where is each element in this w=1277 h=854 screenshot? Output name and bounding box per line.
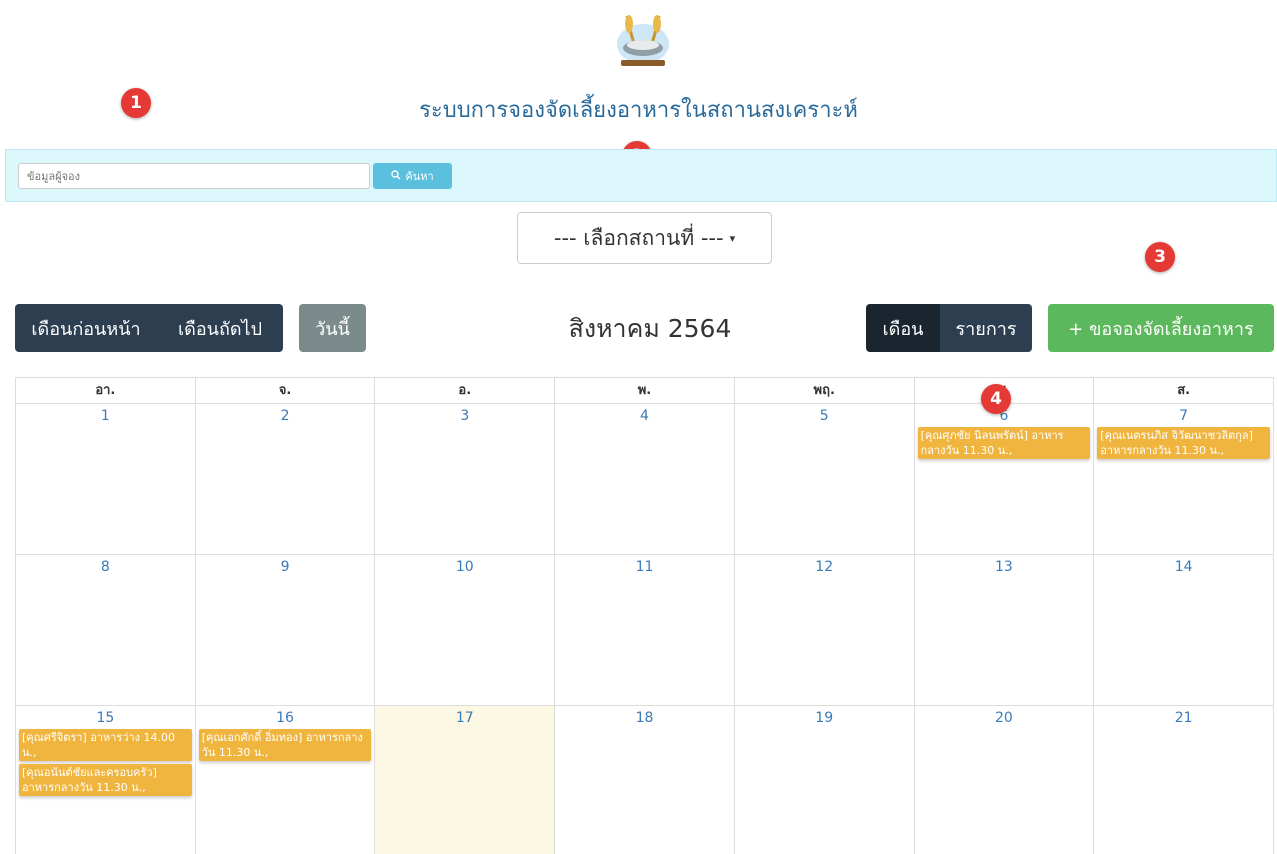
weekday-label: พฤ. (734, 378, 915, 404)
annotation-badge-1: 1 (121, 88, 151, 118)
calendar-day-cell[interactable]: 7 [คุณเนตรนภิส จิวัฒนาชวลิตกุล] อาหารกลาง… (1094, 404, 1274, 555)
calendar-grid: 1 2 3 4 5 6 [คุณศุภชัย นิลนพรัตน์] อาหารกลางวั… (16, 404, 1274, 854)
booking-event[interactable]: [คุณอนันต์ชัยและครอบครัว] อาหารกลางวัน 1… (19, 764, 192, 796)
day-number-link[interactable]: 18 (555, 710, 734, 726)
calendar-day-cell[interactable]: 20 (915, 706, 1095, 854)
month-nav-group: เดือนก่อนหน้า เดือนถัดไป (15, 304, 283, 352)
calendar-day-cell[interactable]: 15 [คุณศรีจิตรา] อาหารว่าง 14.00 น., [คุณอ… (16, 706, 196, 854)
month-calendar: อา.จ.อ.พ.พฤ.ศ.ส. 123456[คุณศุภชัย นิลนพร… (15, 377, 1274, 854)
day-number-link[interactable]: 7 (1094, 408, 1273, 424)
list-view-button[interactable]: รายการ (940, 304, 1032, 352)
weekday-label: อ. (375, 378, 556, 404)
caret-down-icon: ▾ (729, 231, 736, 245)
day-number-link[interactable]: 15 (16, 710, 195, 726)
search-button[interactable]: ค้นหา (373, 163, 452, 189)
calendar-day-cell[interactable]: 13 (914, 555, 1095, 706)
calendar-day-cell[interactable]: 14 (1094, 555, 1274, 706)
calendar-day-cell[interactable]: 10 (375, 555, 556, 706)
day-number-link[interactable]: 21 (1094, 710, 1273, 726)
calendar-day-cell[interactable]: 21 (1094, 706, 1274, 854)
page-title: ระบบการจองจัดเลี้ยงอาหารในสถานสงเคราะห์ (419, 98, 858, 123)
calendar-day-cell-today[interactable]: 17 (375, 706, 556, 854)
booking-event[interactable]: [คุณเนตรนภิส จิวัฒนาชวลิตกุล] อาหารกลางว… (1097, 427, 1270, 459)
calendar-day-cell[interactable]: 9 (195, 555, 376, 706)
day-number-link[interactable]: 3 (375, 408, 554, 424)
calendar-day-cell[interactable]: 3 (375, 404, 556, 555)
next-month-button[interactable]: เดือนถัดไป (157, 304, 283, 352)
day-number-link[interactable]: 16 (196, 710, 375, 726)
day-number-link[interactable]: 12 (735, 559, 914, 575)
calendar-day-cell[interactable]: 18 (555, 706, 735, 854)
location-select-value: --- เลือกสถานที่ --- (553, 225, 724, 250)
calendar-day-cell[interactable]: 6 [คุณศุภชัย นิลนพรัตน์] อาหารกลางวัน 11.… (914, 404, 1095, 555)
booking-event[interactable]: [คุณศรีจิตรา] อาหารว่าง 14.00 น., (19, 729, 192, 761)
add-booking-button[interactable]: + ขอจองจัดเลี้ยงอาหาร (1048, 304, 1274, 352)
day-number-link[interactable]: 20 (915, 710, 1094, 726)
prev-month-button[interactable]: เดือนก่อนหน้า (15, 304, 157, 352)
calendar-day-cell[interactable]: 11 (555, 555, 735, 706)
weekday-label: ส. (1094, 378, 1274, 404)
search-button-label: ค้นหา (405, 170, 434, 183)
weekday-label: พ. (555, 378, 735, 404)
calendar-day-cell[interactable]: 2 (195, 404, 376, 555)
calendar-day-cell[interactable]: 4 (555, 404, 735, 555)
day-number-link[interactable]: 1 (16, 408, 195, 424)
day-number-link[interactable]: 5 (735, 408, 914, 424)
day-number-link[interactable]: 19 (735, 710, 914, 726)
day-number-link[interactable]: 10 (375, 559, 554, 575)
booking-event[interactable]: [คุณเอกศักดิ์ อิ่มทอง] อาหารกลางวัน 11.3… (198, 729, 372, 761)
annotation-badge-3: 3 (1145, 242, 1175, 272)
calendar-day-cell[interactable]: 12 (734, 555, 915, 706)
search-panel: ค้นหา (5, 149, 1277, 202)
annotation-badge-4: 4 (981, 384, 1011, 414)
day-number-link[interactable]: 8 (16, 559, 195, 575)
day-number-link[interactable]: 4 (555, 408, 734, 424)
wheat-bowl-logo-icon (617, 15, 669, 66)
day-number-link[interactable]: 11 (555, 559, 734, 575)
view-toggle-group: เดือน รายการ (866, 304, 1032, 352)
booker-search-input[interactable] (18, 163, 370, 189)
day-number-link[interactable]: 17 (375, 710, 554, 726)
weekday-label: อา. (16, 378, 196, 404)
weekday-label: จ. (195, 378, 376, 404)
day-number-link[interactable]: 13 (915, 559, 1094, 575)
calendar-day-cell[interactable]: 1 (16, 404, 196, 555)
day-number-link[interactable]: 14 (1094, 559, 1273, 575)
day-number-link[interactable]: 2 (196, 408, 375, 424)
today-button[interactable]: วันนี้ (299, 304, 366, 352)
month-view-button[interactable]: เดือน (866, 304, 940, 352)
calendar-day-cell[interactable]: 16 [คุณเอกศักดิ์ อิ่มทอง] อาหารกลางวัน 11… (196, 706, 376, 854)
month-title: สิงหาคม 2564 (568, 314, 732, 343)
calendar-day-cell[interactable]: 5 (734, 404, 915, 555)
calendar-day-cell[interactable]: 8 (16, 555, 196, 706)
search-icon (391, 169, 401, 183)
location-select[interactable]: --- เลือกสถานที่ --- ▾ (517, 212, 772, 264)
calendar-day-cell[interactable]: 19 (735, 706, 915, 854)
day-number-link[interactable]: 9 (196, 559, 375, 575)
weekday-header: อา.จ.อ.พ.พฤ.ศ.ส. (16, 378, 1274, 404)
booking-event[interactable]: [คุณศุภชัย นิลนพรัตน์] อาหารกลางวัน 11.3… (917, 427, 1091, 459)
